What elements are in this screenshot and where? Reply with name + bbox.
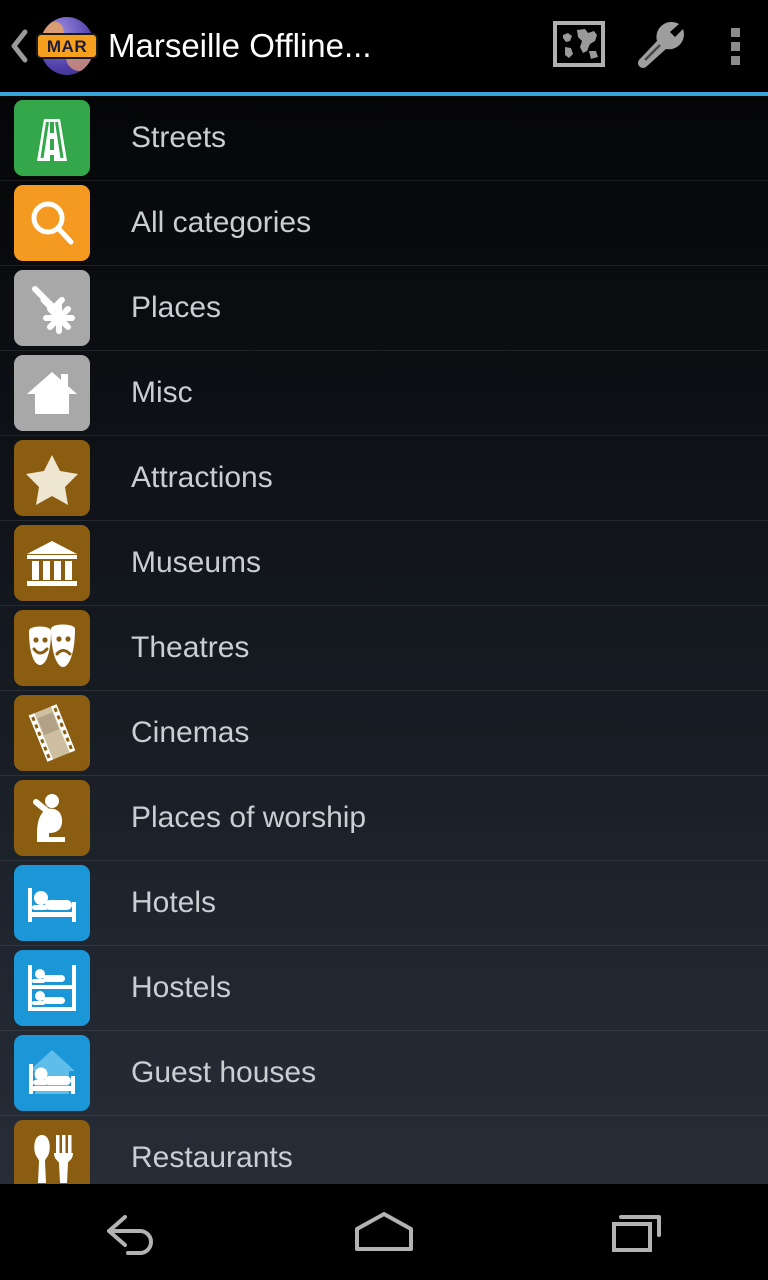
list-item-label: Places (131, 291, 222, 324)
list-item-cinemas[interactable]: Cinemas (0, 691, 768, 776)
film-strip-icon (14, 695, 90, 771)
nav-back-button[interactable] (53, 1184, 203, 1280)
category-list[interactable]: Streets All categories Places Misc Attra… (0, 96, 768, 1184)
list-item-museums[interactable]: Museums (0, 521, 768, 606)
list-item-label: Misc (131, 376, 193, 409)
bunk-bed-icon (14, 950, 90, 1026)
list-item-label: Hostels (131, 971, 232, 1004)
house-icon (14, 355, 90, 431)
page-title: Marseille Offline... (108, 27, 372, 64)
list-item-label: Cinemas (131, 716, 250, 749)
list-item-label: Hotels (131, 886, 217, 919)
action-bar-buttons (538, 0, 768, 92)
road-icon (14, 100, 90, 176)
waypoint-icon (14, 270, 90, 346)
list-item-label: Restaurants (131, 1141, 293, 1174)
world-map-icon (553, 20, 605, 72)
list-item-guest-houses[interactable]: Guest houses (0, 1031, 768, 1116)
bed-house-icon (14, 1035, 90, 1111)
list-item-hotels[interactable]: Hotels (0, 861, 768, 946)
app-badge-label: MAR (36, 33, 98, 59)
list-item-streets[interactable]: Streets (0, 96, 768, 181)
cutlery-icon (14, 1120, 90, 1184)
list-item-label: Places of worship (131, 801, 367, 834)
system-navigation-bar (0, 1184, 768, 1280)
wrench-icon (634, 19, 688, 74)
list-item-label: Theatres (131, 631, 250, 664)
list-item-label: Streets (131, 121, 227, 154)
nav-recents-button[interactable] (565, 1184, 715, 1280)
list-item-label: All categories (131, 206, 312, 239)
app-icon[interactable]: MAR (36, 15, 98, 77)
back-arrow-icon (95, 1207, 161, 1257)
chevron-left-icon (9, 29, 29, 63)
list-item-places[interactable]: Places (0, 266, 768, 351)
home-icon (347, 1207, 421, 1257)
search-icon (14, 185, 90, 261)
overflow-menu-icon (730, 27, 740, 65)
list-item-all-categories[interactable]: All categories (0, 181, 768, 266)
list-item-hostels[interactable]: Hostels (0, 946, 768, 1031)
recents-icon (607, 1207, 673, 1257)
list-item-misc[interactable]: Misc (0, 351, 768, 436)
up-navigation-button[interactable] (4, 0, 34, 92)
bed-icon (14, 865, 90, 941)
list-item-label: Attractions (131, 461, 273, 494)
list-item-label: Museums (131, 546, 262, 579)
list-item-label: Guest houses (131, 1056, 317, 1089)
app-screen: MAR Marseille Offline... Streets All cat… (0, 0, 768, 1280)
star-icon (14, 440, 90, 516)
list-item-places-of-worship[interactable]: Places of worship (0, 776, 768, 861)
list-item-restaurants[interactable]: Restaurants (0, 1116, 768, 1184)
overflow-menu-button[interactable] (702, 0, 768, 92)
list-item-theatres[interactable]: Theatres (0, 606, 768, 691)
masks-icon (14, 610, 90, 686)
world-map-button[interactable] (538, 0, 620, 92)
praying-icon (14, 780, 90, 856)
nav-home-button[interactable] (309, 1184, 459, 1280)
tools-button[interactable] (620, 0, 702, 92)
museum-icon (14, 525, 90, 601)
list-item-attractions[interactable]: Attractions (0, 436, 768, 521)
action-bar: MAR Marseille Offline... (0, 0, 768, 92)
